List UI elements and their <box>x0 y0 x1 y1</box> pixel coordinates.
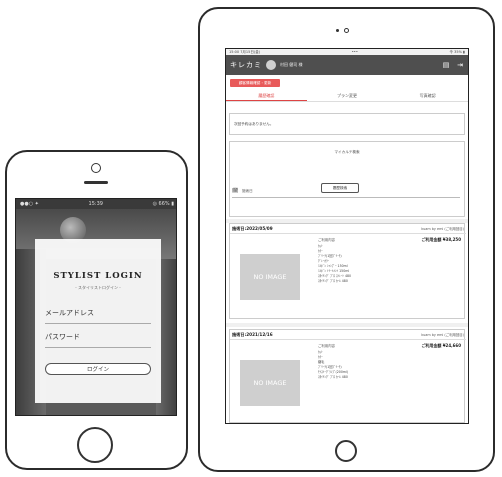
email-field[interactable] <box>45 323 151 324</box>
card-detail-list: ｶｯﾄ ｶﾗｰ ﾌﾞﾘｰﾁ(1回ﾌﾞﾘｰﾁ) ｸﾞﾚｰｶﾗｰ ﾐﾙﾎﾞﾝ ｼｬﾝ… <box>318 244 351 284</box>
karte-search-title: マイカルテ検索 <box>334 150 360 154</box>
notebook-icon[interactable]: ▤ <box>442 61 450 69</box>
phone-status-bar: ●●○ ✦ 15:39 ◎ 66% ▮ <box>16 199 176 209</box>
phone-home-button[interactable] <box>77 427 113 463</box>
history-card[interactable]: 施術日:2021/12/16 kuam by emi (ご利用回目) ご利用内容… <box>229 329 466 423</box>
section-gap <box>226 323 468 327</box>
card-header: 施術日:2021/12/16 kuam by emi (ご利用回目) <box>230 330 466 340</box>
history-card[interactable]: 施術日:2022/05/09 kuam by emi (ご利用回目) ご利用内容… <box>229 223 466 319</box>
card-header: 施術日:2022/05/09 kuam by emi (ご利用回目) <box>230 224 466 234</box>
tab-history[interactable]: 履歴確認 <box>226 91 307 101</box>
tab-photos[interactable]: 写真確認 <box>387 91 468 101</box>
tablet-sensor <box>336 29 339 32</box>
signal-icon: ●●○ ✦ <box>20 201 39 207</box>
detail-line: ｽﾀｲﾘﾝｸﾞ ﾌﾟﾛ ｶｰﾙ 480 <box>318 375 348 379</box>
login-button[interactable]: ログイン <box>45 363 151 375</box>
logout-icon[interactable]: ⇥ <box>456 61 464 69</box>
phone-earpiece <box>84 181 108 184</box>
app-logo: キレカミ <box>230 61 262 69</box>
tablet-status-time: 15:00 7月15日(金) <box>229 49 261 54</box>
phone-camera-icon <box>91 163 101 173</box>
user-name: 村田 健司 様 <box>280 62 303 67</box>
no-image-placeholder: NO IMAGE <box>240 360 300 406</box>
email-label: メールアドレス <box>45 309 94 317</box>
tablet-screen: 15:00 7月15日(金) ••• 令 35% ▮ キレカミ 村田 健司 様 … <box>225 48 469 424</box>
status-time: 15:39 <box>88 201 103 207</box>
card-date: 施術日:2022/05/09 <box>232 225 273 231</box>
detail-label: ご利用内容 <box>318 238 335 242</box>
no-reservation-text: 次回予約はありません。 <box>234 122 274 126</box>
tablet-status-dots: ••• <box>351 50 358 54</box>
tab-bar: 履歴確認 プラン変更 写真確認 <box>226 91 468 101</box>
tablet-home-button[interactable] <box>335 440 357 462</box>
calendar-icon[interactable]: 🗓 <box>232 188 238 194</box>
card-date: 施術日:2021/12/16 <box>232 331 273 337</box>
phone-screen: ●●○ ✦ 15:39 ◎ 66% ▮ STYLIST LOGIN - スタイリ… <box>15 198 177 416</box>
history-search-button[interactable]: 履歴検索 <box>321 183 359 193</box>
card-price: ご利用金額 ¥38,250 <box>421 237 461 242</box>
card-detail-list: ｶｯﾄ ｶﾗｰ 縮毛 ﾌﾞﾘｰﾁ(1回ﾌﾞﾘｰﾁ) ﾓｲｽﾄｰｸﾞﾗﾝﾌﾟ(20… <box>318 350 348 380</box>
tab-divider <box>226 101 468 102</box>
customer-info-button[interactable]: 顧客情報確認・更新 <box>230 79 280 87</box>
avatar <box>266 60 276 70</box>
password-label: パスワード <box>45 333 80 341</box>
wifi-battery-icon: 令 35% ▮ <box>449 49 465 54</box>
date-input[interactable]: 施術日 <box>242 189 253 194</box>
detail-label: ご利用内容 <box>318 344 335 348</box>
card-price: ご利用金額 ¥24,660 <box>421 343 461 348</box>
app-header: キレカミ 村田 健司 様 ▤ ⇥ <box>226 55 468 75</box>
detail-line: ｽﾀｲﾘﾝｸﾞ ﾌﾟﾛ ｶｰﾙ 480 <box>318 279 348 283</box>
tab-plan-change[interactable]: プラン変更 <box>307 91 388 101</box>
login-card: STYLIST LOGIN - スタイリストログイン - メールアドレス パスワ… <box>35 239 161 403</box>
card-shop: kuam by emi (ご利用回目) <box>421 333 464 337</box>
card-shop: kuam by emi (ご利用回目) <box>421 227 464 231</box>
next-reservation-box: 次回予約はありません。 <box>229 113 465 135</box>
login-title: STYLIST LOGIN <box>53 271 143 281</box>
no-image-placeholder: NO IMAGE <box>240 254 300 300</box>
login-subtitle: - スタイリストログイン - <box>75 285 121 290</box>
date-input-underline <box>232 197 460 198</box>
battery-icon: ◎ 66% ▮ <box>152 201 174 207</box>
tablet-camera-icon <box>344 28 349 33</box>
password-field[interactable] <box>45 347 151 348</box>
